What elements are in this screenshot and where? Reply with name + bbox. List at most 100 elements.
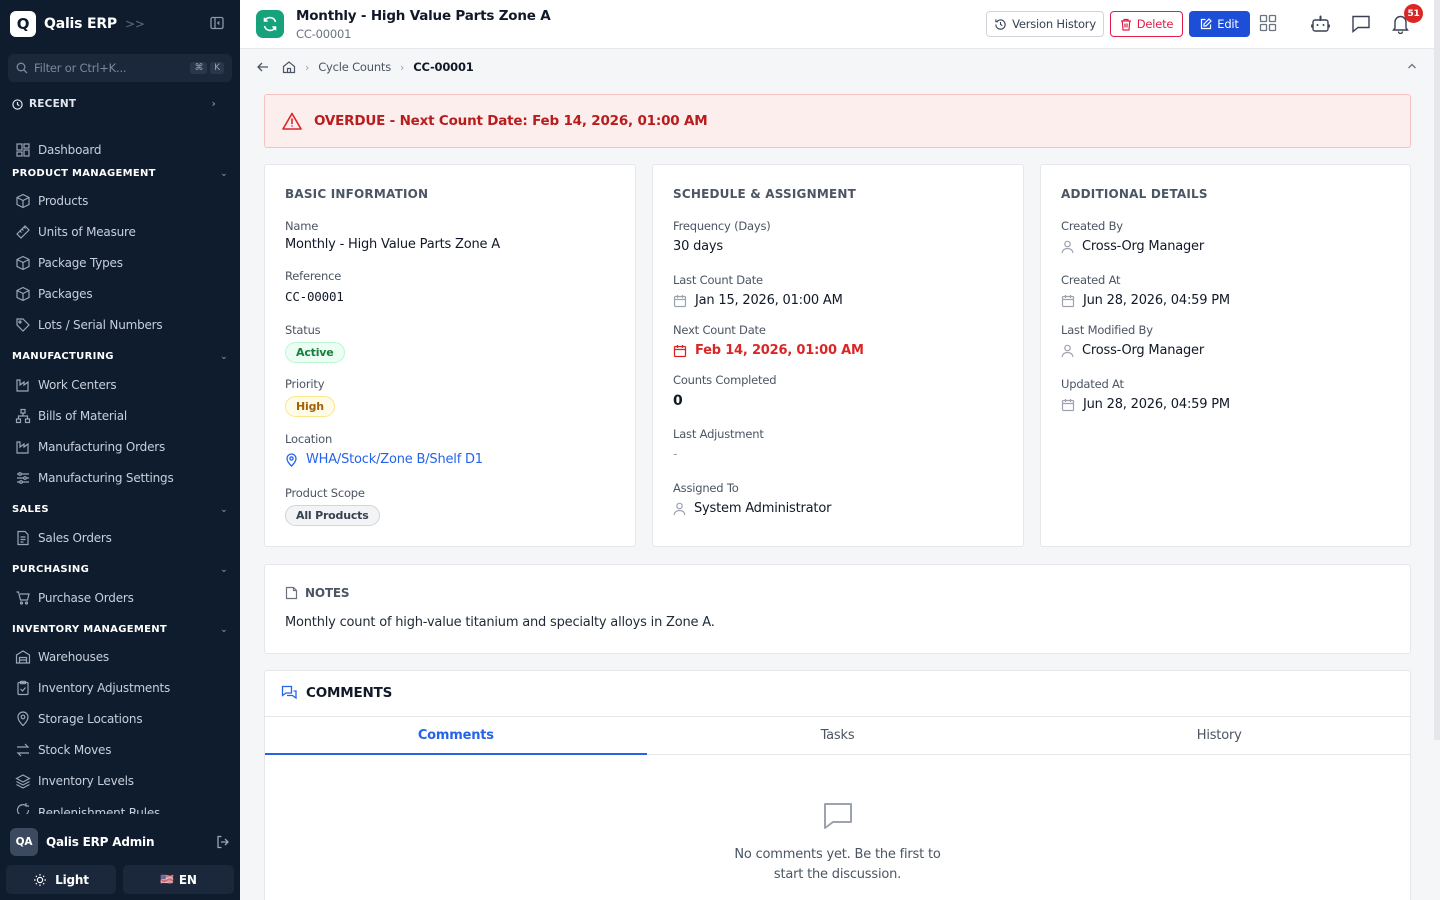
box-icon (16, 193, 30, 209)
version-history-button[interactable]: Version History (986, 11, 1104, 37)
breadcrumb-cycle-counts[interactable]: Cycle Counts (318, 60, 391, 74)
comments-icon (281, 685, 297, 700)
robot-icon[interactable] (1311, 15, 1330, 33)
user-name: Qalis ERP Admin (46, 835, 155, 849)
field-value: CC-00001 (285, 289, 344, 304)
user-name-text: Cross-Org Manager (1082, 239, 1205, 254)
empty-text-line-1: No comments yet. Be the first to (734, 847, 941, 862)
recent-toggle[interactable]: RECENT › (12, 98, 216, 110)
tab-tasks[interactable]: Tasks (647, 717, 1029, 754)
chevron-down-icon: ⌄ (220, 168, 228, 179)
sidebar-item-warehouses[interactable]: Warehouses (15, 647, 109, 667)
card-title: ADDITIONAL DETAILS (1061, 187, 1208, 201)
sidebar-item-products[interactable]: Products (15, 191, 88, 211)
scrollbar[interactable] (1434, 0, 1440, 740)
brand[interactable]: Q Qalis ERP >> (10, 11, 145, 37)
notes-text: Monthly count of high-value titanium and… (285, 615, 715, 630)
sidebar-item-dashboard[interactable]: Dashboard (15, 140, 102, 160)
sidebar-item-package-types[interactable]: Package Types (15, 253, 123, 273)
sidebar-item-label: Packages (38, 287, 93, 301)
sidebar-item-packages[interactable]: Packages (15, 284, 93, 304)
field-value: System Administrator (673, 501, 831, 516)
delete-button[interactable]: Delete (1110, 11, 1183, 37)
field-label: Priority (285, 377, 325, 391)
chevron-down-icon: ⌄ (220, 351, 228, 362)
edit-icon (1201, 18, 1213, 30)
sidebar-item-work-centers[interactable]: Work Centers (15, 375, 117, 395)
sidebar-item-label: Inventory Levels (38, 774, 134, 788)
logout-icon[interactable] (216, 835, 230, 849)
field-label: Last Adjustment (673, 427, 764, 441)
edit-button[interactable]: Edit (1189, 11, 1250, 37)
user-icon (1061, 344, 1074, 357)
field-label: Created At (1061, 273, 1121, 287)
user-profile[interactable]: QA Qalis ERP Admin (10, 828, 230, 856)
tag-icon (16, 318, 30, 332)
section-product-management[interactable]: PRODUCT MANAGEMENT ⌄ (12, 168, 228, 179)
sidebar-item-inventory-levels[interactable]: Inventory Levels (15, 771, 134, 791)
card-title: SCHEDULE & ASSIGNMENT (673, 187, 857, 201)
sidebar-item-sales-orders[interactable]: Sales Orders (15, 528, 112, 548)
field-label: Updated At (1061, 377, 1124, 391)
version-history-label: Version History (1012, 17, 1096, 31)
sidebar-item-replenishment-rules[interactable]: Replenishment Rules (15, 802, 160, 814)
section-inventory-management[interactable]: INVENTORY MANAGEMENT ⌄ (12, 624, 228, 635)
theme-toggle-button[interactable]: Light (6, 865, 116, 894)
sidebar-item-units-of-measure[interactable]: Units of Measure (15, 222, 136, 242)
date-text: Jan 15, 2026, 01:00 AM (695, 293, 843, 308)
home-icon[interactable] (282, 60, 296, 74)
sidebar-item-label: Bills of Material (38, 409, 128, 423)
tab-comments[interactable]: Comments (265, 717, 647, 755)
field-status: Status Active (285, 323, 345, 363)
notes-card: NOTES Monthly count of high-value titani… (264, 564, 1411, 654)
sidebar-item-manufacturing-orders[interactable]: Manufacturing Orders (15, 437, 165, 457)
back-arrow-icon[interactable] (256, 60, 270, 74)
sidebar-item-bills-of-material[interactable]: Bills of Material (15, 406, 127, 426)
field-label: Name (285, 219, 319, 233)
section-purchasing[interactable]: PURCHASING ⌄ (12, 564, 228, 575)
user-icon (1061, 240, 1074, 253)
language-button[interactable]: 🇺🇸 EN (123, 865, 234, 894)
field-value: Jun 28, 2026, 04:59 PM (1061, 293, 1230, 308)
comments-header: COMMENTS (281, 685, 392, 701)
hierarchy-icon (15, 408, 31, 424)
schedule-assignment-card: SCHEDULE & ASSIGNMENT Frequency (Days) 3… (652, 164, 1024, 547)
breadcrumb: › Cycle Counts › CC-00001 (256, 58, 474, 76)
scope-badge: All Products (285, 505, 380, 526)
field-label: Assigned To (673, 481, 739, 495)
status-badge: Active (285, 342, 345, 363)
tab-history[interactable]: History (1028, 717, 1410, 754)
comments-tabs: Comments Tasks History (265, 716, 1410, 755)
sidebar-item-inventory-adjustments[interactable]: Inventory Adjustments (15, 678, 170, 698)
warning-triangle-icon (282, 112, 302, 130)
clipboard-icon (17, 680, 29, 696)
trash-icon (1120, 18, 1131, 31)
section-label: MANUFACTURING (12, 351, 114, 362)
app-name: Qalis ERP (44, 16, 117, 32)
sidebar-filter-input[interactable]: Filter or Ctrl+K... ⌘ K (8, 54, 232, 82)
sidebar-item-purchase-orders[interactable]: Purchase Orders (15, 588, 134, 608)
additional-details-card: ADDITIONAL DETAILS Created By Cross-Org … (1040, 164, 1411, 547)
sidebar-item-manufacturing-settings[interactable]: Manufacturing Settings (15, 468, 174, 488)
sidebar-item-label: Dashboard (38, 143, 102, 157)
grid-icon[interactable] (1259, 14, 1277, 32)
section-sales[interactable]: SALES ⌄ (12, 504, 228, 515)
chat-icon[interactable] (1351, 14, 1371, 34)
sidebar-item-stock-moves[interactable]: Stock Moves (15, 740, 111, 760)
location-link[interactable]: WHA/Stock/Zone B/Shelf D1 (285, 452, 483, 467)
priority-badge: High (285, 396, 335, 417)
sidebar-collapse-icon[interactable] (210, 16, 224, 30)
page-subtitle: CC-00001 (296, 27, 352, 41)
field-value: - (673, 447, 678, 462)
field-location: Location WHA/Stock/Zone B/Shelf D1 (285, 432, 483, 467)
sidebar-item-storage-locations[interactable]: Storage Locations (15, 709, 143, 729)
field-created-by: Created By Cross-Org Manager (1061, 219, 1204, 254)
section-manufacturing[interactable]: MANUFACTURING ⌄ (12, 351, 228, 362)
kbd-cmd: ⌘ (190, 62, 208, 74)
section-label: PURCHASING (12, 564, 90, 575)
chevron-up-icon[interactable] (1406, 60, 1418, 72)
sidebar-item-label: Inventory Adjustments (38, 681, 171, 695)
empty-text-line-2: start the discussion. (773, 867, 902, 882)
card-title: BASIC INFORMATION (285, 187, 429, 201)
sidebar-item-lots-serial-numbers[interactable]: Lots / Serial Numbers (15, 315, 163, 335)
